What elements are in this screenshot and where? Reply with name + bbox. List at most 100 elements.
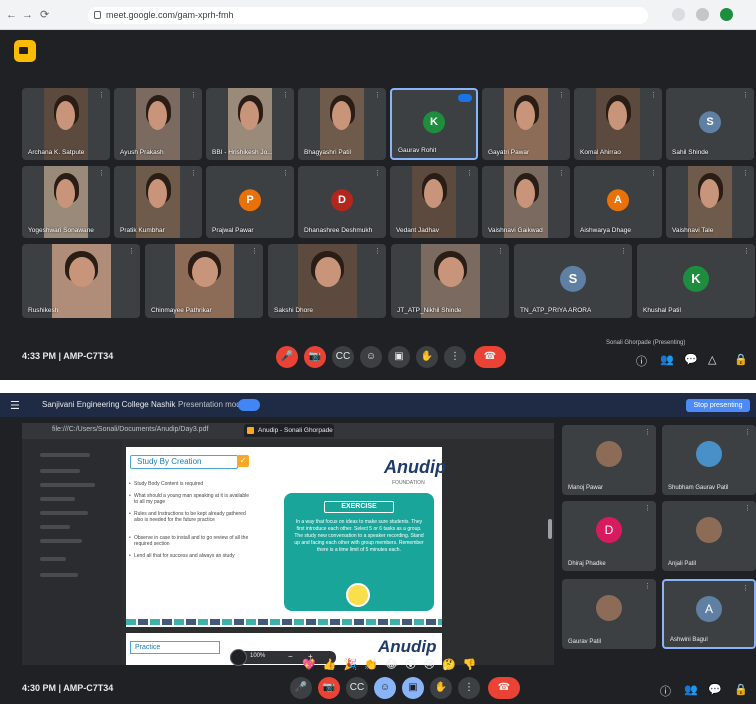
participant-tile[interactable]: P ⋮ Prajwal Pawar — [206, 166, 294, 238]
participant-tile[interactable]: ⋮ Sakshi Dhore — [268, 244, 386, 318]
camera-off-button[interactable]: 📷 — [304, 346, 326, 368]
tile-menu-icon[interactable]: ⋮ — [251, 247, 258, 255]
captions-button[interactable]: CC — [346, 677, 368, 699]
participant-tile[interactable]: ⋮ Gaurav Patil — [562, 579, 656, 649]
tile-menu-icon[interactable]: ⋮ — [190, 91, 197, 99]
participant-tile[interactable]: S ⋮ Sahil Shinde — [666, 88, 754, 160]
emoji-button[interactable]: ☺ — [360, 346, 382, 368]
stop-presenting-button[interactable]: Stop presenting — [686, 399, 750, 412]
mic-off-button[interactable]: 🎤 — [276, 346, 298, 368]
reload-icon[interactable]: ⟳ — [40, 9, 49, 21]
emoji-button[interactable]: ☺ — [374, 677, 396, 699]
participant-tile[interactable]: K⋮Gaurav Rohit — [390, 88, 478, 160]
meet-presentation-window: ☰ Sanjivani Engineering College Nashik P… — [0, 393, 756, 704]
activities-icon[interactable]: △ — [708, 353, 716, 366]
tile-menu-icon[interactable]: ⋮ — [644, 582, 651, 590]
people-icon[interactable]: 👥 — [660, 353, 674, 366]
address-bar[interactable]: meet.google.com/gam-xprh-fmh — [88, 7, 648, 24]
tile-menu-icon[interactable]: ⋮ — [742, 584, 749, 592]
back-icon[interactable]: ← — [6, 9, 17, 21]
lock-icon[interactable]: 🔒 — [734, 353, 748, 366]
captions-button[interactable]: CC — [332, 346, 354, 368]
tile-menu-icon[interactable]: ⋮ — [282, 169, 289, 177]
participant-tile[interactable]: D ⋮ Dhiraj Phadke — [562, 501, 656, 571]
profile-avatar[interactable] — [720, 8, 733, 21]
chat-icon[interactable]: 💬 — [684, 353, 698, 366]
participant-tile[interactable]: ⋮ Anjali Patil — [662, 501, 756, 571]
scrollbar-thumb[interactable] — [548, 519, 552, 539]
leave-call-button[interactable]: ☎ — [474, 346, 506, 368]
participant-tile[interactable]: ⋮ Gayatri Pawar — [482, 88, 570, 160]
tile-menu-icon[interactable]: ⋮ — [190, 169, 197, 177]
participant-tile[interactable]: ⋮ Ayush Prakash — [114, 88, 202, 160]
more-options-button[interactable]: ⋮ — [444, 346, 466, 368]
participant-tile[interactable]: K ⋮ Khushal Patil — [637, 244, 755, 318]
tile-menu-icon[interactable]: ⋮ — [374, 169, 381, 177]
tile-menu-icon[interactable]: ⋮ — [282, 91, 289, 99]
tile-menu-icon[interactable]: ⋮ — [644, 428, 651, 436]
tile-menu-icon[interactable]: ⋮ — [650, 169, 657, 177]
participant-tile[interactable]: D ⋮ Dhanashree Deshmukh — [298, 166, 386, 238]
participant-tile[interactable]: ⋮ Bhagyashri Patil — [298, 88, 386, 160]
tile-menu-icon[interactable]: ⋮ — [558, 169, 565, 177]
speaking-indicator-icon — [458, 94, 472, 102]
outline-item — [40, 497, 75, 501]
mic-button[interactable]: 🎤 — [290, 677, 312, 699]
tile-menu-icon[interactable]: ⋮ — [620, 247, 627, 255]
participant-tile[interactable]: ⋮ Vedant Jadhav — [390, 166, 478, 238]
tile-menu-icon[interactable]: ⋮ — [466, 169, 473, 177]
chat-icon[interactable]: 💬 — [708, 683, 722, 696]
tile-menu-icon[interactable]: ⋮ — [98, 91, 105, 99]
tile-menu-icon[interactable]: ⋮ — [742, 91, 749, 99]
info-icon[interactable]: ⓘ — [636, 353, 647, 369]
tile-menu-icon[interactable]: ⋮ — [650, 91, 657, 99]
participant-tile[interactable]: ⋮ Chinmayee Pathrikar — [145, 244, 263, 318]
participant-tile[interactable]: ⋮ Manoj Pawar — [562, 425, 656, 495]
participant-tile[interactable]: ⋮ Yogeshwari Sonawane — [22, 166, 110, 238]
participant-tile[interactable]: ⋮ Shubham Gaurav Patil — [662, 425, 756, 495]
meet-grid-window: ← → ⟳ meet.google.com/gam-xprh-fmh ⋮ Arch… — [0, 0, 756, 380]
leave-call-button[interactable]: ☎ — [488, 677, 520, 699]
tile-menu-icon[interactable]: ⋮ — [374, 247, 381, 255]
slide-bullet: Lend all that for success and always an … — [129, 553, 254, 559]
tile-menu-icon[interactable]: ⋮ — [644, 504, 651, 512]
tile-menu-icon[interactable]: ⋮ — [743, 247, 750, 255]
tile-menu-icon[interactable]: ⋮ — [558, 91, 565, 99]
tile-menu-icon[interactable]: ⋮ — [744, 428, 751, 436]
raise-hand-button[interactable]: ✋ — [416, 346, 438, 368]
participant-tile[interactable]: ⋮ Komal Ahirrao — [574, 88, 662, 160]
participant-name: Shubham Gaurav Patil — [668, 485, 729, 491]
tile-menu-icon[interactable]: ⋮ — [374, 91, 381, 99]
participant-tile[interactable]: ⋮ Rushikesh — [22, 244, 140, 318]
more-options-button[interactable]: ⋮ — [458, 677, 480, 699]
camera-off-button[interactable]: 📷 — [318, 677, 340, 699]
zoom-out-icon[interactable]: − — [288, 652, 293, 661]
exercise-card: EXERCISE In a way that focus on ideas to… — [284, 493, 434, 611]
tile-menu-icon[interactable]: ⋮ — [744, 504, 751, 512]
participant-tile[interactable]: ⋮ BBI - Hrishikesh Jo... — [206, 88, 294, 160]
tile-menu-icon[interactable]: ⋮ — [497, 247, 504, 255]
lock-icon[interactable]: 🔒 — [734, 683, 748, 696]
tile-menu-icon[interactable]: ⋮ — [128, 247, 135, 255]
extensions-icon[interactable] — [696, 8, 709, 21]
present-button[interactable]: ▣ — [402, 677, 424, 699]
participant-tile[interactable]: ⋮ Vaishnavi Gaikwad — [482, 166, 570, 238]
participant-tile[interactable]: A ⋮ Aishwarya Dhage — [574, 166, 662, 238]
star-icon[interactable] — [672, 8, 685, 21]
forward-icon[interactable]: → — [22, 9, 33, 21]
participant-tile[interactable]: ⋮ JT_ATP_Nikhil Shinde — [391, 244, 509, 318]
participant-tile[interactable]: S ⋮ TN_ATP_PRIYA ARORA — [514, 244, 632, 318]
raise-hand-button[interactable]: ✋ — [430, 677, 452, 699]
info-icon[interactable]: ⓘ — [660, 683, 671, 699]
participant-tile[interactable]: A ⋮ Ashwini Bagul — [662, 579, 756, 649]
menu-icon[interactable]: ☰ — [10, 399, 20, 412]
participant-tile[interactable]: ⋮ Vaishnavi Tale — [666, 166, 754, 238]
participant-tile[interactable]: ⋮ Pratik Kumbhar — [114, 166, 202, 238]
participant-avatar: A — [696, 595, 722, 622]
participant-tile[interactable]: ⋮ Archana K. Satpute — [22, 88, 110, 160]
slide-title: Study By Creation — [130, 455, 249, 469]
present-button[interactable]: ▣ — [388, 346, 410, 368]
tile-menu-icon[interactable]: ⋮ — [742, 169, 749, 177]
tile-menu-icon[interactable]: ⋮ — [98, 169, 105, 177]
people-icon[interactable]: 👥 — [684, 683, 698, 696]
